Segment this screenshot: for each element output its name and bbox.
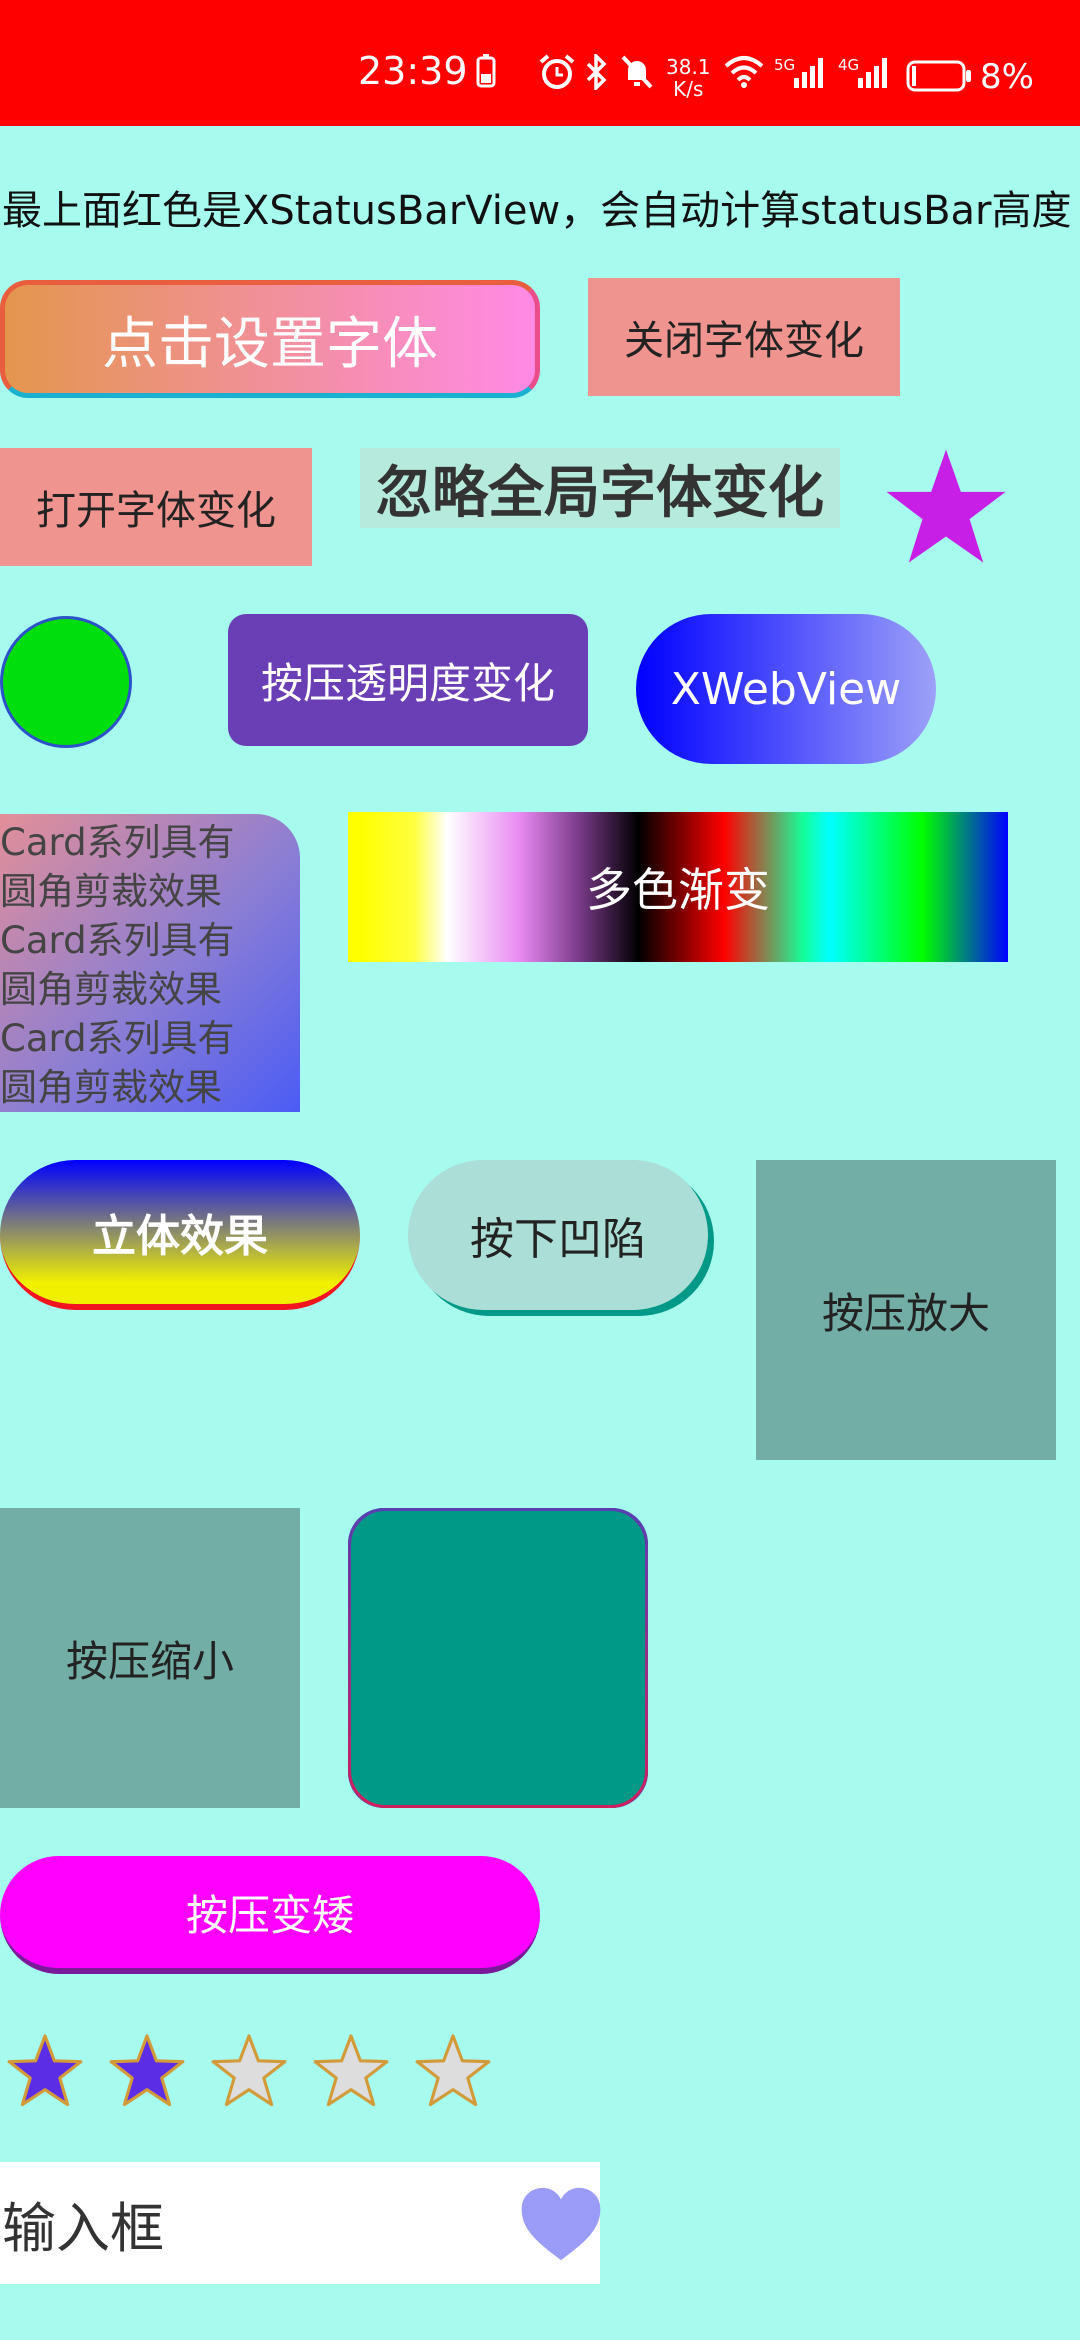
card-line: 圆角剪裁效果 [0,968,222,1011]
set-font-button[interactable]: 点击设置字体 [0,280,540,398]
close-font-change-button[interactable]: 关闭字体变化 [588,278,900,396]
star-empty-icon[interactable] [210,2032,288,2110]
signal-icon [858,54,894,92]
press-shorten-button[interactable]: 按压变矮 [0,1856,540,1974]
battery-saver-icon [476,54,496,92]
card-line: Card系列具有 [0,919,235,962]
star-filled-icon[interactable] [6,2032,84,2110]
network-type-label: 4G [838,56,860,74]
green-circle-view[interactable] [0,616,132,748]
card-line: 圆角剪裁效果 [0,870,222,913]
stereo-effect-button[interactable]: 立体效果 [0,1160,360,1310]
press-shrink-button[interactable]: 按压缩小 [0,1508,300,1808]
battery-icon [906,60,972,96]
card-line: Card系列具有 [0,1017,235,1060]
press-alpha-button[interactable]: 按压透明度变化 [228,614,588,746]
network-type-label: 5G [774,56,796,74]
heart-icon[interactable] [520,2186,602,2262]
battery-percentage: 8% [980,57,1034,97]
star-empty-icon[interactable] [414,2032,492,2110]
status-bar: 23:39 38.1 K/s 5G 4G 8% [0,0,1080,126]
star-icon[interactable] [884,446,1008,570]
card-line: 圆角剪裁效果 [0,1066,222,1109]
gradient-border-box[interactable] [348,1508,648,1808]
press-enlarge-button[interactable]: 按压放大 [756,1160,1056,1460]
bluetooth-icon [584,51,610,94]
open-font-change-button[interactable]: 打开字体变化 [0,448,312,566]
wifi-icon [724,54,764,92]
card-view[interactable]: Card系列具有 圆角剪裁效果 Card系列具有 圆角剪裁效果 Card系列具有… [0,814,300,1112]
alarm-icon [538,54,576,94]
card-line: Card系列具有 [0,821,235,864]
statusbar-description: 最上面红色是XStatusBarView，会自动计算statusBar高度 [2,188,1072,234]
signal-icon [794,54,830,92]
mute-icon [620,54,654,94]
multicolor-gradient-button[interactable]: 多色渐变 [348,812,1008,962]
star-empty-icon[interactable] [312,2032,390,2110]
ignore-global-font-label: 忽略全局字体变化 [360,448,840,528]
status-time: 23:39 [358,49,468,93]
input-field-value[interactable]: 输入框 [2,2162,164,2284]
star-filled-icon[interactable] [108,2032,186,2110]
xwebview-button[interactable]: XWebView [636,614,936,764]
network-speed: 38.1 K/s [666,55,711,101]
press-sink-button[interactable]: 按下凹陷 [408,1160,708,1310]
